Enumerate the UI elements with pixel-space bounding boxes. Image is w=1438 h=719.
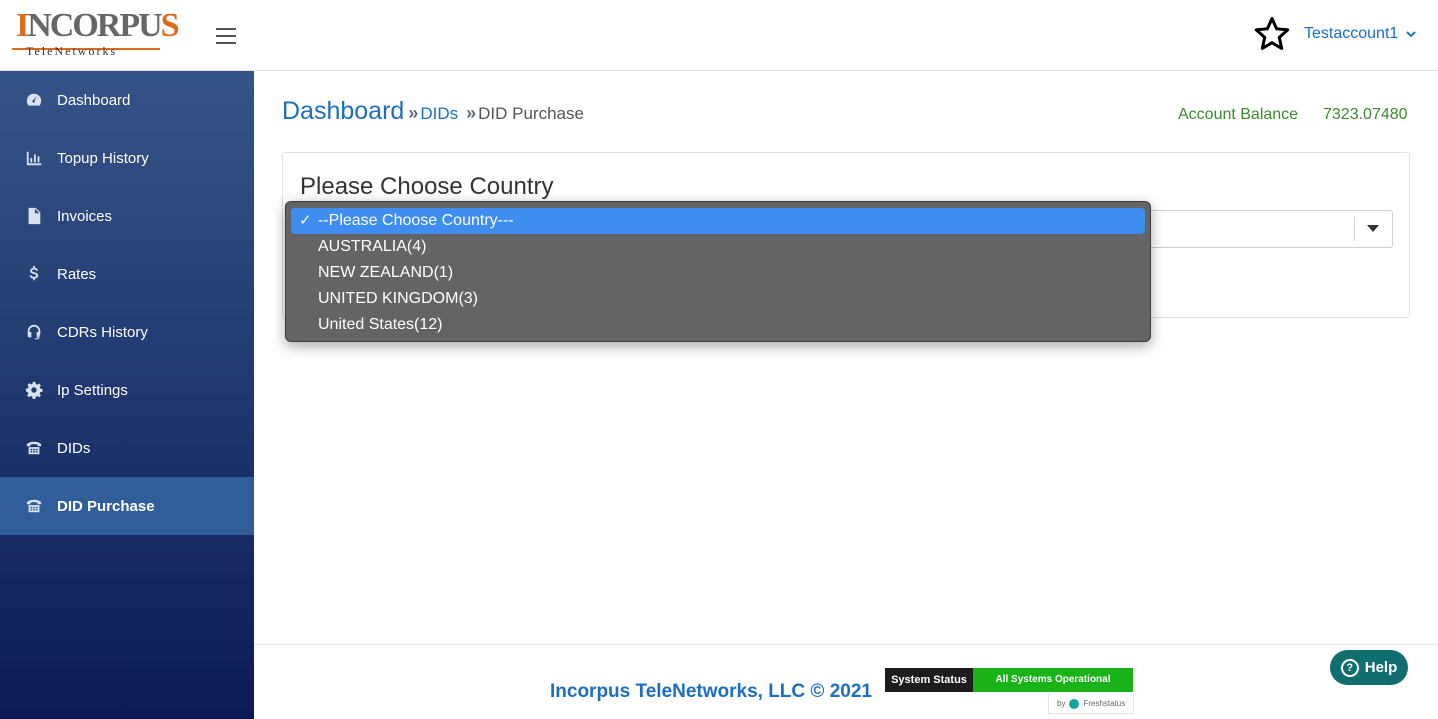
tachometer-icon [24, 90, 44, 110]
sidebar-item-cdrs-history[interactable]: CDRs History [0, 303, 254, 361]
breadcrumb-dashboard-link[interactable]: Dashboard [282, 97, 404, 126]
sidebar-item-rates[interactable]: Rates [0, 245, 254, 303]
sidebar-item-label: Dashboard [57, 91, 131, 109]
breadcrumb-current: DID Purchase [478, 104, 584, 123]
account-balance-label: Account Balance [1178, 106, 1299, 123]
help-button[interactable]: ? Help [1330, 650, 1408, 685]
account-name: Testaccount1 [1304, 25, 1399, 42]
sidebar-item-label: CDRs History [57, 323, 148, 341]
option-label: --Please Choose Country--- [318, 212, 514, 229]
breadcrumb: Dashboard » DIDs » DID Purchase [282, 97, 584, 126]
logo-subtitle: TeleNetworks [26, 44, 118, 58]
country-option[interactable]: UNITED KINGDOM(3) [291, 286, 1145, 312]
copyright-text: Incorpus TeleNetworks, LLC © 2021 [550, 681, 872, 702]
question-circle-icon: ? [1340, 658, 1359, 677]
sidebar-item-dids[interactable]: DIDs [0, 419, 254, 477]
phone-icon [24, 438, 44, 458]
sidebar-item-dashboard[interactable]: Dashboard [0, 71, 254, 129]
hamburger-menu-icon[interactable] [216, 28, 236, 44]
option-label: NEW ZEALAND(1) [318, 264, 454, 281]
sidebar-item-invoices[interactable]: Invoices [0, 187, 254, 245]
check-icon: ✓ [299, 212, 312, 229]
country-option[interactable]: ✓ --Please Choose Country--- [291, 208, 1145, 234]
sidebar-nav: Dashboard Topup History Invoices Rates C… [0, 71, 254, 535]
account-balance-value: 7323.07480 [1323, 106, 1408, 123]
sidebar-item-label: Topup History [57, 149, 149, 167]
breadcrumb-separator: » [408, 103, 419, 123]
system-status-widget[interactable]: System Status All Systems Operational by… [885, 668, 1134, 716]
system-status-state: All Systems Operational [973, 668, 1133, 692]
system-status-label: System Status [885, 668, 973, 692]
company-logo[interactable]: INCORPUS TeleNetworks [12, 8, 180, 60]
phone-icon [24, 496, 44, 516]
option-label: UNITED KINGDOM(3) [318, 290, 478, 307]
freshstatus-logo-icon [1069, 698, 1080, 709]
card-title: Please Choose Country [300, 173, 554, 200]
bar-chart-icon [24, 148, 44, 168]
invoice-icon [24, 206, 44, 226]
gear-icon [24, 380, 44, 400]
country-dropdown-list: ✓ --Please Choose Country--- AUSTRALIA(4… [285, 201, 1151, 342]
logo-wordmark: INCORPUS [16, 7, 180, 44]
sidebar-item-label: Invoices [57, 207, 113, 225]
sidebar-item-topup-history[interactable]: Topup History [0, 129, 254, 187]
help-label: Help [1364, 659, 1398, 676]
sidebar-item-did-purchase[interactable]: DID Purchase [0, 477, 254, 535]
sidebar-item-label: Ip Settings [57, 381, 128, 399]
star-icon[interactable] [1254, 16, 1290, 52]
sidebar-item-label: DIDs [57, 439, 91, 457]
footer: Incorpus TeleNetworks, LLC © 2021 System… [254, 644, 1438, 719]
option-label: United States(12) [318, 316, 443, 333]
breadcrumb-dids-link[interactable]: DIDs [420, 104, 458, 124]
sidebar: INCORPUS TeleNetworks Dashboard Topup Hi… [0, 0, 254, 719]
sidebar-item-label: Rates [57, 265, 97, 283]
headset-icon [24, 322, 44, 342]
caret-down-icon [1354, 217, 1392, 241]
breadcrumb-separator: » [466, 103, 477, 123]
country-option[interactable]: AUSTRALIA(4) [291, 234, 1145, 260]
country-option[interactable]: NEW ZEALAND(1) [291, 260, 1145, 286]
account-dropdown[interactable]: Testaccount1 [1304, 25, 1416, 43]
sidebar-item-label: DID Purchase [57, 497, 155, 515]
option-label: AUSTRALIA(4) [318, 238, 427, 255]
dollar-icon [24, 264, 44, 284]
top-bar: Testaccount1 [254, 0, 1438, 71]
logo-area: INCORPUS TeleNetworks [0, 0, 254, 71]
sidebar-item-ip-settings[interactable]: Ip Settings [0, 361, 254, 419]
country-option[interactable]: United States(12) [291, 312, 1145, 338]
status-provider: by Freshstatus [1048, 694, 1134, 714]
chevron-down-icon [1406, 31, 1416, 38]
